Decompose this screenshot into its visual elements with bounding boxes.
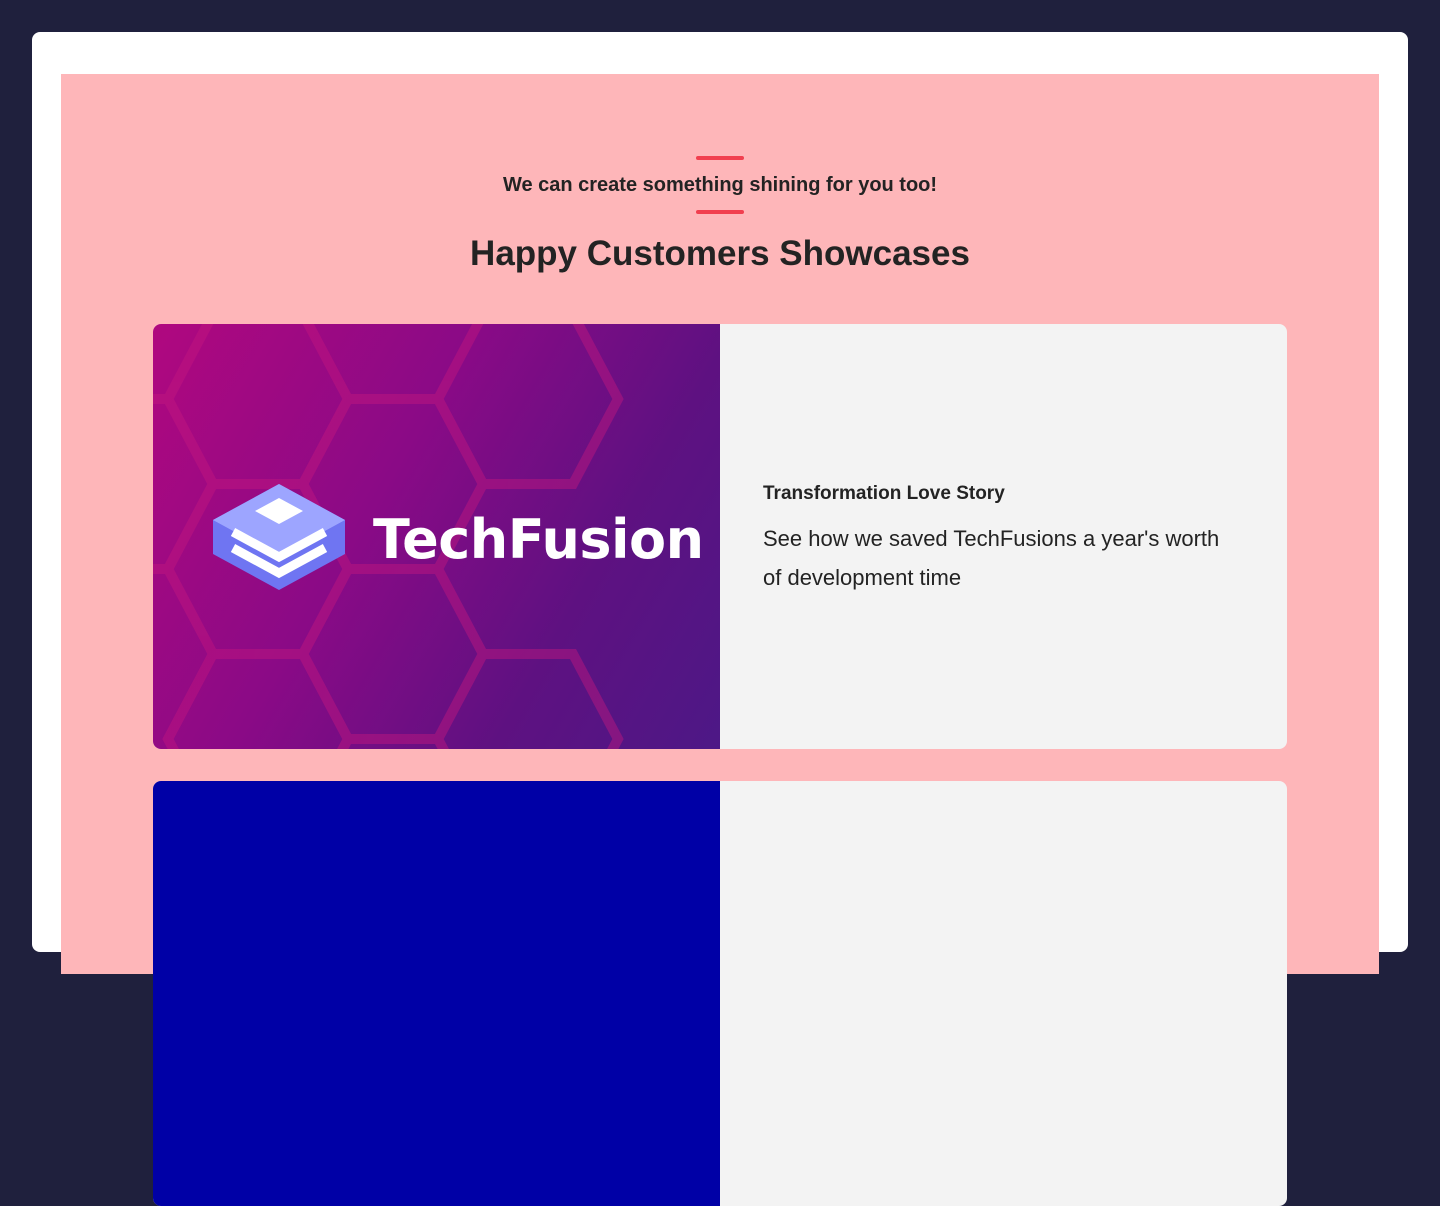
showcases-section: We can create something shining for you … bbox=[61, 74, 1379, 1206]
techfusion-banner: TechFusion bbox=[153, 324, 720, 749]
section-heading: Happy Customers Showcases bbox=[470, 234, 970, 273]
section-tagline: We can create something shining for you … bbox=[502, 174, 938, 196]
showcase-card-techfusion[interactable]: TechFusion Transformation Love Story See… bbox=[153, 324, 1287, 749]
showcase-card-2[interactable] bbox=[153, 781, 1287, 1206]
showcase-card-body bbox=[720, 781, 1287, 1206]
accent-line-top bbox=[696, 156, 744, 160]
content-frame: We can create something shining for you … bbox=[32, 32, 1408, 1206]
showcase-description: See how we saved TechFusions a year's wo… bbox=[763, 525, 1220, 590]
showcase-title: Transformation Love Story bbox=[763, 482, 1005, 504]
techfusion-logo-icon bbox=[213, 484, 345, 590]
techfusion-logo-text: TechFusion bbox=[373, 508, 704, 571]
accent-line-bottom bbox=[696, 210, 744, 214]
showcase-2-banner bbox=[153, 781, 720, 1206]
showcase-card-body: Transformation Love Story See how we sav… bbox=[720, 324, 1287, 749]
